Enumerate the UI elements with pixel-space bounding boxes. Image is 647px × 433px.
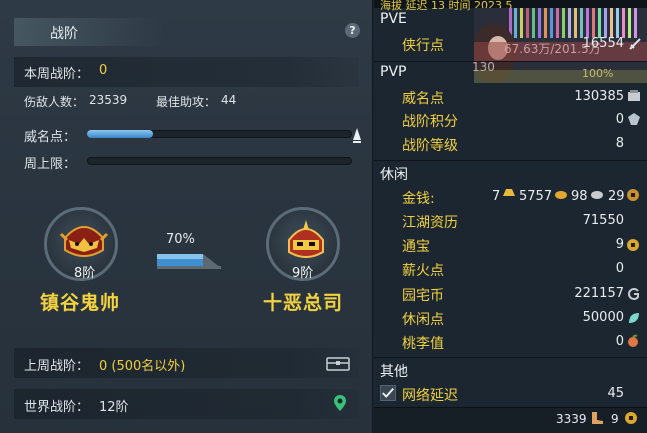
taoli-label: 桃李值	[402, 336, 444, 352]
xingxia-label: 侠行点	[402, 38, 444, 54]
zhanjie-score-value: 0	[615, 112, 624, 127]
pvp-header: PVP	[380, 64, 407, 80]
bottom-count-b: 9	[611, 412, 619, 426]
gold-ingot-icon	[503, 189, 515, 196]
world-rank-label: 世界战阶：	[24, 400, 90, 415]
yuanzhai-label: 园宅币	[402, 288, 444, 304]
next-rank-level: 9阶	[292, 266, 314, 281]
boot-icon	[592, 412, 603, 424]
status-strip: 海拔 延迟 13 时间 2023 5	[374, 0, 647, 12]
current-rank-level: 8阶	[74, 266, 96, 281]
panel-title: 战阶	[50, 26, 78, 42]
latency-label: 网络延迟	[402, 388, 458, 404]
weekly-cap-bar	[87, 157, 352, 165]
best-assist-value: 44	[221, 93, 237, 107]
xiuxian-value: 50000	[582, 310, 624, 325]
bottom-currency-bar	[374, 407, 647, 433]
xinhuo-label: 薪火点	[402, 263, 444, 279]
weekly-rank-label: 本周战阶：	[24, 67, 90, 82]
help-icon[interactable]: ?	[345, 23, 360, 38]
pve-header: PVE	[380, 11, 407, 27]
chest-icon[interactable]	[326, 355, 350, 371]
weekly-rank-value: 0	[99, 63, 108, 78]
last-week-value: 0 (500名以外)	[99, 359, 186, 374]
rank-score-icon	[628, 113, 640, 125]
art-percent-text: 100%	[582, 67, 614, 80]
art-level-text: 130	[472, 60, 495, 74]
yuanzhai-value: 221157	[574, 286, 624, 301]
kills-value: 23539	[89, 93, 128, 107]
bottom-count-a: 3339	[556, 412, 587, 426]
divider	[374, 160, 647, 161]
leisure-header: 休闲	[380, 167, 408, 183]
rank-progress-percent: 70%	[166, 232, 195, 247]
check-icon	[382, 387, 394, 398]
xingxia-value: 16554	[582, 36, 624, 51]
money-copper: 29	[608, 189, 625, 204]
fame-label: 威名点：	[24, 130, 77, 145]
location-pin-icon[interactable]	[333, 394, 347, 412]
world-rank-value: 12阶	[99, 400, 129, 415]
money-silver: 98	[571, 189, 588, 204]
last-week-label: 上周战阶：	[24, 359, 90, 374]
homestead-coin-icon	[628, 288, 639, 300]
best-assist-label: 最佳助攻：	[156, 95, 217, 109]
tongbao-value: 9	[615, 237, 624, 252]
gold-helmet-icon	[288, 220, 324, 258]
other-header: 其他	[380, 364, 408, 380]
zhanjie-level-label: 战阶等级	[402, 138, 458, 154]
latency-value: 45	[607, 386, 624, 401]
zhanjie-score-label: 战阶积分	[402, 114, 458, 130]
weekly-cap-label: 周上限：	[24, 157, 77, 172]
title-ribbon	[14, 18, 164, 46]
xinhuo-value: 0	[615, 261, 624, 276]
gold-piece-icon	[555, 191, 567, 199]
silver-piece-icon	[591, 191, 603, 199]
fame-badge-icon	[628, 90, 640, 101]
leaf-icon	[629, 313, 639, 323]
jianghu-label: 江湖资历	[402, 215, 458, 231]
coin-icon	[625, 412, 637, 424]
money-label: 金钱:	[402, 191, 435, 207]
fame-progress-fill	[87, 130, 154, 138]
taoli-value: 0	[615, 334, 624, 349]
progress-arrow-icon	[157, 254, 221, 269]
currency-panel: 海拔 延迟 13 时间 2023 5 67.63万/201.5万 130 100…	[374, 0, 647, 433]
kills-label: 伤敌人数：	[24, 95, 85, 109]
copper-coin-icon	[627, 189, 639, 201]
sword-icon	[629, 38, 641, 50]
divider	[374, 61, 647, 62]
tongbao-coin-icon	[627, 239, 639, 251]
money-silver-big: 5757	[519, 189, 553, 204]
current-rank-name: 镇谷鬼帅	[40, 292, 121, 314]
money-gold: 7	[492, 189, 501, 204]
divider	[374, 357, 647, 358]
next-rank-name: 十恶总司	[263, 292, 344, 314]
cap-marker-icon	[353, 128, 361, 143]
xiuxian-label: 休闲点	[402, 312, 444, 328]
jianghu-value: 71550	[582, 213, 624, 228]
weiming-value: 130385	[574, 89, 624, 104]
red-helmet-icon	[59, 226, 109, 257]
panel-header: 战阶	[0, 14, 373, 48]
weiming-label: 威名点	[402, 91, 444, 107]
peach-icon	[628, 334, 638, 347]
rank-panel: 战阶 ? 本周战阶： 0 伤敌人数： 23539 最佳助攻： 44 威名点： 周…	[0, 0, 373, 433]
fame-progress-bar	[87, 130, 352, 138]
tongbao-label: 通宝	[402, 239, 430, 255]
latency-checkbox[interactable]	[380, 385, 396, 401]
zhanjie-level-value: 8	[615, 136, 624, 151]
